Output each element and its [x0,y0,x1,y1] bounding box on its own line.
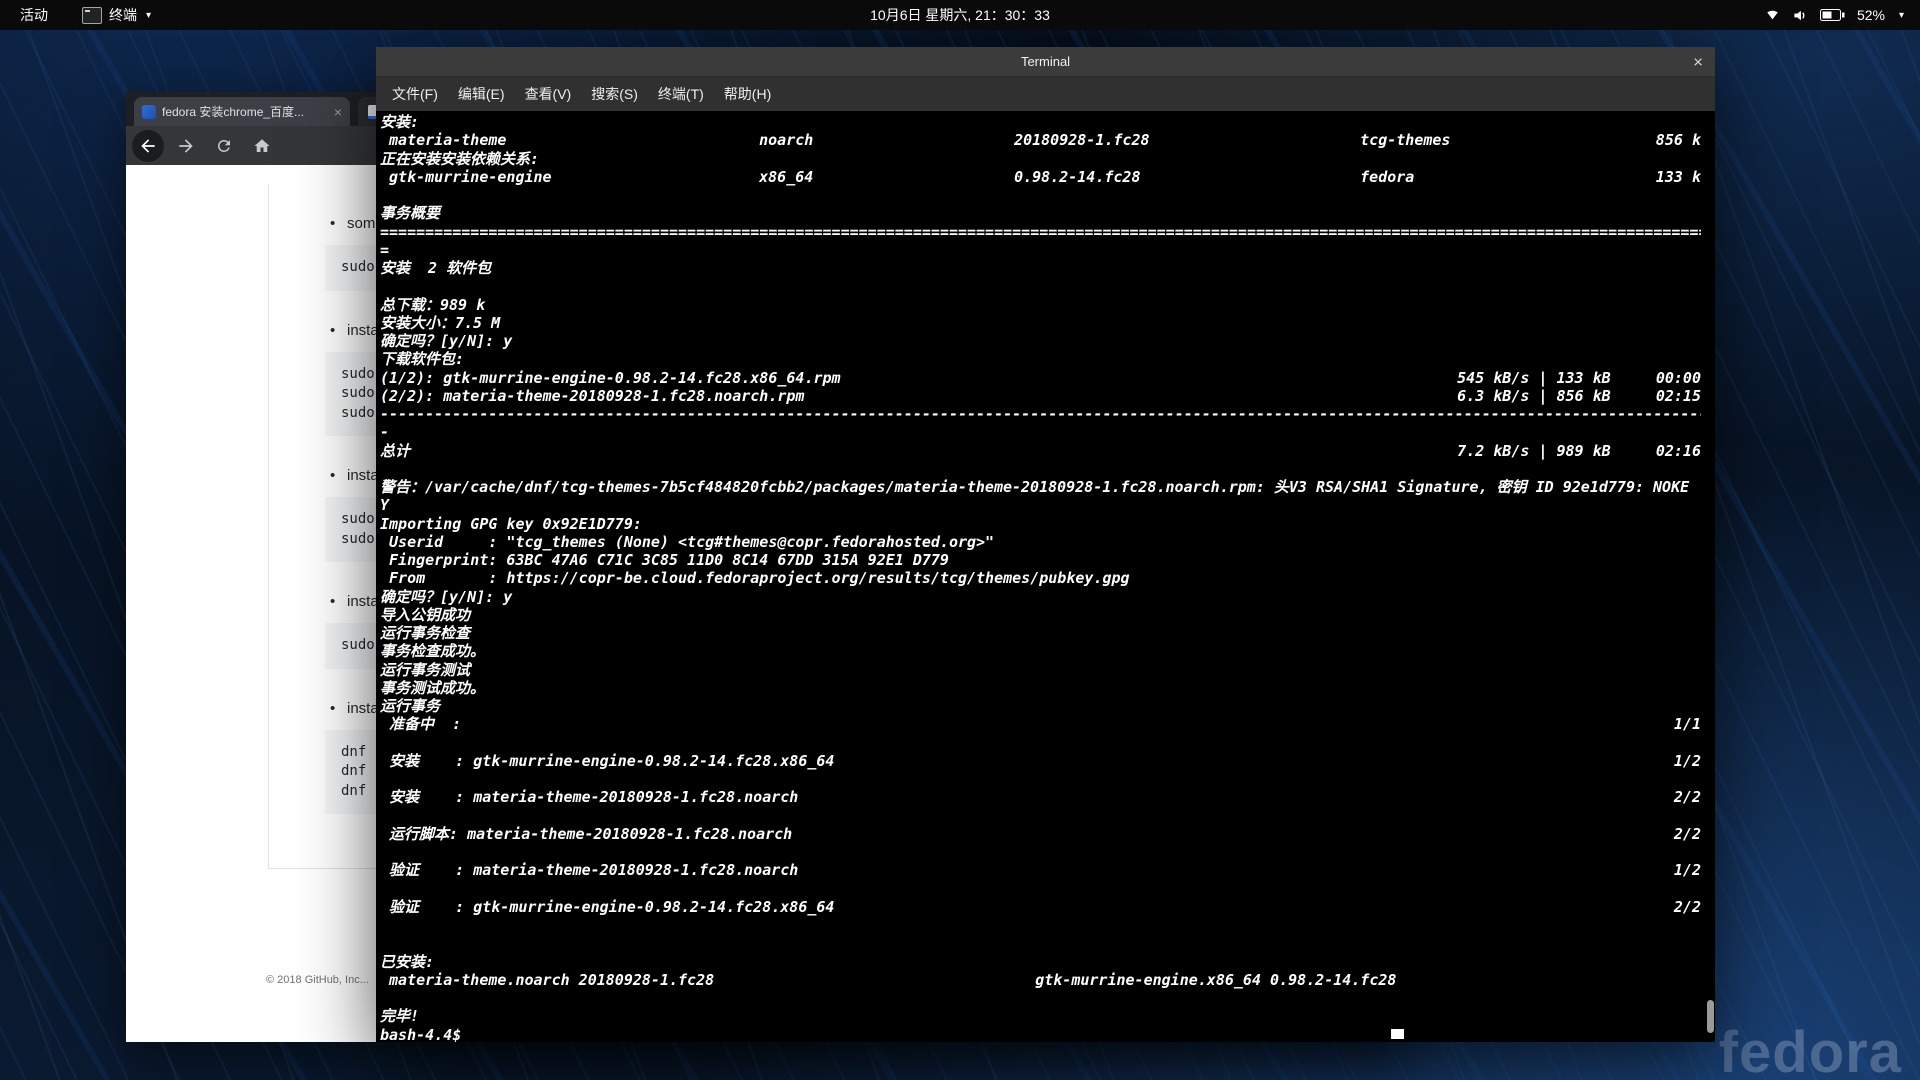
terminal-window: Terminal × 文件(F) 编辑(E) 查看(V) 搜索(S) 终端(T) 帮助(H… [376,47,1715,1042]
system-tray[interactable]: 52% ▾ [1765,7,1904,23]
terminal-line: Y [380,496,390,515]
network-icon [1765,8,1780,22]
terminal-menu-item[interactable]: 搜索(S) [581,80,648,108]
terminal-line: 确定吗？[y/N]: y [380,587,513,606]
reload-icon [217,139,230,152]
tab-title: fedora 安装chrome_百度... [162,105,305,119]
terminal-line: Userid : "tcg_themes (None) <tcg#themes@… [380,532,995,551]
terminal-scrollbar[interactable] [1706,111,1714,1040]
terminal-line: 安装大小：7.5 M [380,313,501,332]
terminal-line: 验证 : gtk-murrine-engine-0.98.2-14.fc28.x… [380,897,1701,916]
battery-icon [1819,9,1845,21]
scrollbar-thumb[interactable] [1707,1000,1714,1033]
terminal-line: From : https://copr-be.cloud.fedoraproje… [380,569,1130,588]
terminal-line: 事务测试成功。 [380,678,486,697]
terminal-line: = [380,240,390,259]
reload-button[interactable] [208,130,240,162]
clock[interactable]: 10月6日 星期六, 21：30：33 [870,5,1050,25]
terminal-line: 完毕! [380,1007,420,1026]
terminal-menubar: 文件(F) 编辑(E) 查看(V) 搜索(S) 终端(T) 帮助(H) [376,77,1715,111]
terminal-line: Importing GPG key 0x92E1D779: [380,514,642,533]
tray-chevron-down-icon: ▾ [1898,9,1904,21]
terminal-line: gtk-murrine-engine x86_64 0.98.2-14.fc28 fe… [380,167,1701,186]
back-button[interactable] [132,129,164,162]
terminal-line: 安装 2 软件包 [380,259,492,277]
white-artifact [1391,1029,1404,1039]
terminal-line: ========================================… [380,222,1701,241]
home-button[interactable] [246,130,278,162]
terminal-line: materia-theme.noarch 20180928-1.fc28 gtk-… [380,970,1397,989]
terminal-line: 运行事务测试 [380,660,471,679]
terminal-line: ----------------------------------------… [380,405,1701,423]
terminal-line: 验证 : materia-theme-20180928-1.fc28.noarc… [380,861,1701,880]
terminal-menu-item[interactable]: 帮助(H) [714,80,781,108]
terminal-line: materia-theme noarch 20180928-1.fc28 tcg-th… [380,131,1701,150]
forward-arrow-icon [179,138,193,153]
terminal-line: 已安装: [380,952,435,971]
top-bar: 活动 终端 ▾ 10月6日 星期六, 21：30：33 52% ▾ [0,0,1920,30]
terminal-line: 安装 : gtk-murrine-engine-0.98.2-14.fc28.x… [380,751,1701,770]
tab-close-icon[interactable]: × [334,105,342,119]
back-arrow-icon [141,138,155,153]
terminal-line: 运行事务检查 [380,624,471,642]
window-close-icon[interactable]: × [1693,53,1703,70]
chevron-down-icon: ▾ [146,9,152,21]
forward-button[interactable] [170,130,202,162]
terminal-menu-item[interactable]: 查看(V) [515,80,582,108]
browser-tab-active[interactable]: fedora 安装chrome_百度... × [134,97,350,126]
activities-button[interactable]: 活动 [14,5,54,25]
app-menu[interactable]: 终端 ▾ [76,5,157,25]
volume-icon [1792,8,1808,23]
terminal-line: - [380,423,390,442]
terminal-line: (1/2): gtk-murrine-engine-0.98.2-14.fc28… [380,368,1701,387]
terminal-title: Terminal [1020,54,1071,69]
app-menu-label: 终端 [109,7,137,23]
fedora-watermark: fedora [1718,1020,1902,1080]
terminal-menu-item[interactable]: 编辑(E) [448,80,515,108]
terminal-line: 事务概要 [380,204,441,223]
terminal-app-icon [82,6,102,24]
terminal-line: 确定吗？[y/N]: y [380,332,513,350]
terminal-line: bash-4.4$ _ [380,1025,480,1043]
terminal-line: 正在安装安装依赖关系: [380,149,540,168]
battery-percent: 52% [1856,7,1885,23]
terminal-line: (2/2): materia-theme-20180928-1.fc28.noa… [380,386,1701,405]
terminal-body[interactable]: 安装: materia-theme noarch 20180928-1.fc28 tc… [376,111,1715,1042]
page-footer: © 2018 GitHub, Inc... [266,974,369,986]
terminal-line: 运行脚本: materia-theme-20180928-1.fc28.noar… [380,824,1701,843]
terminal-line: 安装: [380,113,420,131]
terminal-line: 总计 7.2 kB/s | 989 kB 02:16 [380,441,1701,460]
terminal-menu-item[interactable]: 文件(F) [382,80,448,108]
terminal-line: 运行事务 [380,697,441,715]
terminal-line: 准备中 :1/1 [380,715,1701,734]
terminal-menu-item[interactable]: 终端(T) [648,80,714,108]
terminal-titlebar[interactable]: Terminal × [376,47,1715,77]
terminal-line: 总下载：989 k [380,295,486,314]
terminal-line: 下载软件包: [380,350,465,369]
terminal-line: 安装 : materia-theme-20180928-1.fc28.noarc… [380,788,1701,807]
home-icon [254,138,270,152]
terminal-line: 导入公钥成功 [380,605,471,624]
terminal-line: 事务检查成功。 [380,642,486,661]
tab-favicon [142,104,156,119]
terminal-line: 警告：/var/cache/dnf/tcg-themes-7b5cf484820… [380,478,1690,496]
terminal-line: Fingerprint: 63BC 47A6 C71C 3C85 11D0 8C… [380,551,949,569]
